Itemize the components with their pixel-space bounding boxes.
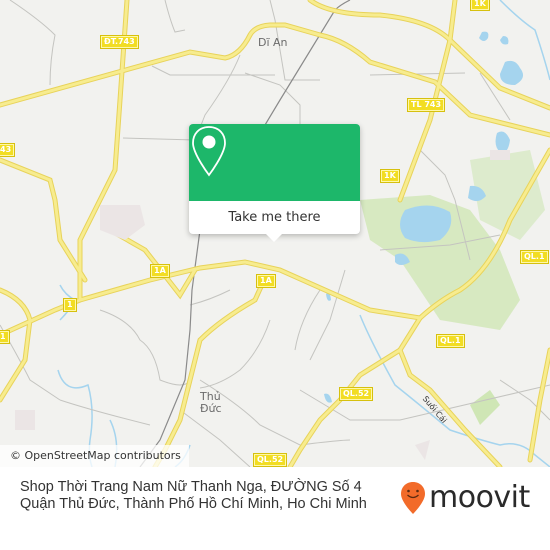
- place-label-thu-duc: Đức: [200, 402, 222, 415]
- location-popup: Take me there: [189, 124, 360, 242]
- moovit-logo[interactable]: moovit: [400, 481, 530, 515]
- route-shield-1k: 1K: [380, 169, 400, 183]
- address-line-2: Quận Thủ Đức, Thành Phố Hồ Chí Minh, Ho …: [20, 496, 367, 512]
- map-pin-icon: [192, 126, 226, 177]
- route-shield-43: 43: [0, 143, 16, 157]
- route-shield-1k: 1K: [470, 0, 490, 11]
- moovit-pin-icon: [401, 482, 425, 514]
- address-text: Shop Thời Trang Nam Nữ Thanh Nga, ĐƯỜNG …: [20, 479, 400, 513]
- address-line-1: Shop Thời Trang Nam Nữ Thanh Nga, ĐƯỜNG …: [20, 479, 362, 495]
- map-canvas[interactable]: Dĩ An Thủ Đức Suối Cái ĐT.743 TL 743 1K …: [0, 0, 550, 467]
- footer: Shop Thời Trang Nam Nữ Thanh Nga, ĐƯỜNG …: [0, 467, 550, 550]
- route-shield-dt743: ĐT.743: [100, 35, 139, 49]
- route-shield-1: 1: [63, 298, 77, 312]
- map-attribution-link[interactable]: © OpenStreetMap contributors: [0, 445, 189, 467]
- route-shield-tl743: TL 743: [407, 98, 446, 112]
- route-shield-ql52: QL.52: [339, 387, 374, 401]
- route-shield-1a: 1A: [150, 264, 170, 278]
- moovit-wordmark: moovit: [429, 480, 530, 515]
- route-shield-ql1: QL.1: [436, 334, 465, 348]
- take-me-there-button[interactable]: Take me there: [189, 201, 360, 234]
- popup-header: [189, 124, 360, 201]
- parks: [360, 150, 545, 425]
- popup-pointer: [265, 233, 283, 242]
- route-shield-ql52: QL.52: [253, 453, 288, 467]
- route-shield-ql1: QL.1: [520, 250, 549, 264]
- route-shield-1: 1: [0, 330, 10, 344]
- place-label-di-an: Dĩ An: [258, 36, 288, 49]
- route-shield-1a: 1A: [256, 274, 276, 288]
